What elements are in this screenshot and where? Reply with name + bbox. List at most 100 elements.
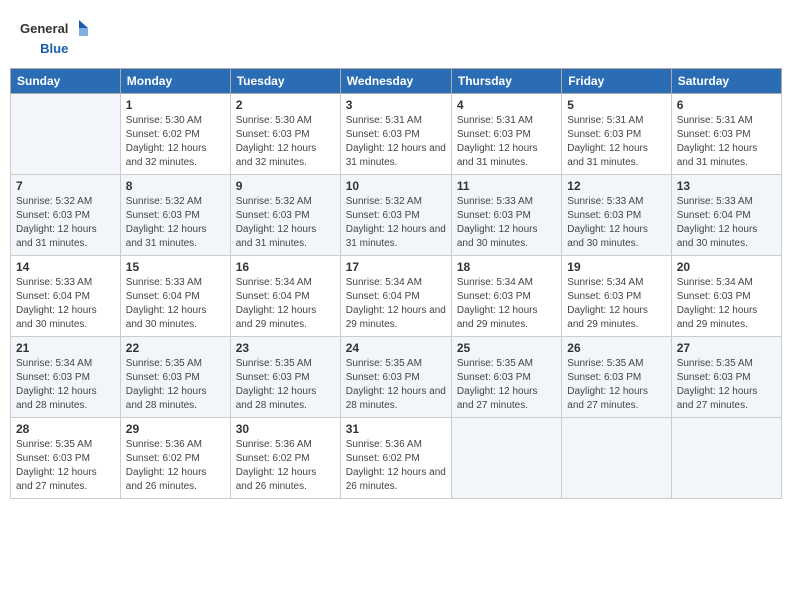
logo-general: General (20, 21, 68, 36)
day-number: 1 (126, 98, 225, 112)
calendar-cell (562, 417, 671, 498)
logo-blue: Blue (40, 41, 68, 56)
day-info: Sunrise: 5:36 AMSunset: 6:02 PMDaylight:… (346, 438, 446, 494)
day-info: Sunrise: 5:35 AMSunset: 6:03 PMDaylight:… (346, 357, 446, 413)
calendar-cell: 7 Sunrise: 5:32 AMSunset: 6:03 PMDaylight… (11, 174, 121, 255)
calendar-cell: 25 Sunrise: 5:35 AMSunset: 6:03 PMDayligh… (451, 336, 561, 417)
day-info: Sunrise: 5:32 AMSunset: 6:03 PMDaylight:… (16, 195, 115, 251)
week-row-5: 28 Sunrise: 5:35 AMSunset: 6:03 PMDayligh… (11, 417, 782, 498)
day-info: Sunrise: 5:32 AMSunset: 6:03 PMDaylight:… (126, 195, 225, 251)
day-number: 17 (346, 260, 446, 274)
calendar-cell: 26 Sunrise: 5:35 AMSunset: 6:03 PMDayligh… (562, 336, 671, 417)
calendar-cell: 5 Sunrise: 5:31 AMSunset: 6:03 PMDaylight… (562, 93, 671, 174)
day-info: Sunrise: 5:34 AMSunset: 6:03 PMDaylight:… (567, 276, 665, 332)
day-number: 5 (567, 98, 665, 112)
logo: General Blue (20, 18, 88, 58)
header-day-sunday: Sunday (11, 68, 121, 93)
day-info: Sunrise: 5:33 AMSunset: 6:04 PMDaylight:… (126, 276, 225, 332)
day-info: Sunrise: 5:31 AMSunset: 6:03 PMDaylight:… (457, 114, 556, 170)
calendar-cell: 16Sunrise: 5:34 AMSunset: 6:04 PMDayligh… (230, 255, 340, 336)
header-day-monday: Monday (120, 68, 230, 93)
calendar-cell: 31 Sunrise: 5:36 AMSunset: 6:02 PMDayligh… (340, 417, 451, 498)
calendar-cell (671, 417, 781, 498)
day-number: 29 (126, 422, 225, 436)
day-info: Sunrise: 5:33 AMSunset: 6:03 PMDaylight:… (567, 195, 665, 251)
calendar-cell: 8 Sunrise: 5:32 AMSunset: 6:03 PMDaylight… (120, 174, 230, 255)
header-day-saturday: Saturday (671, 68, 781, 93)
day-number: 4 (457, 98, 556, 112)
week-row-4: 21Sunrise: 5:34 AMSunset: 6:03 PMDayligh… (11, 336, 782, 417)
day-info: Sunrise: 5:36 AMSunset: 6:02 PMDaylight:… (236, 438, 335, 494)
day-number: 23 (236, 341, 335, 355)
day-number: 8 (126, 179, 225, 193)
day-number: 12 (567, 179, 665, 193)
day-number: 19 (567, 260, 665, 274)
week-row-3: 14 Sunrise: 5:33 AMSunset: 6:04 PMDayligh… (11, 255, 782, 336)
calendar-cell: 1 Sunrise: 5:30 AMSunset: 6:02 PMDaylight… (120, 93, 230, 174)
header-row: SundayMondayTuesdayWednesdayThursdayFrid… (11, 68, 782, 93)
calendar-cell: 24 Sunrise: 5:35 AMSunset: 6:03 PMDayligh… (340, 336, 451, 417)
calendar-cell: 19 Sunrise: 5:34 AMSunset: 6:03 PMDayligh… (562, 255, 671, 336)
day-info: Sunrise: 5:35 AMSunset: 6:03 PMDaylight:… (236, 357, 335, 413)
week-row-1: 1 Sunrise: 5:30 AMSunset: 6:02 PMDaylight… (11, 93, 782, 174)
day-number: 10 (346, 179, 446, 193)
day-number: 7 (16, 179, 115, 193)
calendar-cell (451, 417, 561, 498)
day-number: 25 (457, 341, 556, 355)
calendar-cell: 28 Sunrise: 5:35 AMSunset: 6:03 PMDayligh… (11, 417, 121, 498)
day-info: Sunrise: 5:30 AMSunset: 6:02 PMDaylight:… (126, 114, 225, 170)
calendar-cell: 30Sunrise: 5:36 AMSunset: 6:02 PMDayligh… (230, 417, 340, 498)
day-info: Sunrise: 5:36 AMSunset: 6:02 PMDaylight:… (126, 438, 225, 494)
day-info: Sunrise: 5:31 AMSunset: 6:03 PMDaylight:… (677, 114, 776, 170)
calendar-cell: 15 Sunrise: 5:33 AMSunset: 6:04 PMDayligh… (120, 255, 230, 336)
calendar-cell: 17Sunrise: 5:34 AMSunset: 6:04 PMDayligh… (340, 255, 451, 336)
day-number: 14 (16, 260, 115, 274)
logo-bird-icon (70, 20, 88, 36)
day-info: Sunrise: 5:35 AMSunset: 6:03 PMDaylight:… (567, 357, 665, 413)
day-info: Sunrise: 5:35 AMSunset: 6:03 PMDaylight:… (126, 357, 225, 413)
day-info: Sunrise: 5:31 AMSunset: 6:03 PMDaylight:… (567, 114, 665, 170)
calendar-cell: 13 Sunrise: 5:33 AMSunset: 6:04 PMDayligh… (671, 174, 781, 255)
calendar-cell: 2Sunrise: 5:30 AMSunset: 6:03 PMDaylight… (230, 93, 340, 174)
header-day-tuesday: Tuesday (230, 68, 340, 93)
calendar-cell: 6 Sunrise: 5:31 AMSunset: 6:03 PMDaylight… (671, 93, 781, 174)
calendar-cell: 29 Sunrise: 5:36 AMSunset: 6:02 PMDayligh… (120, 417, 230, 498)
calendar-cell: 9 Sunrise: 5:32 AMSunset: 6:03 PMDaylight… (230, 174, 340, 255)
calendar-table: SundayMondayTuesdayWednesdayThursdayFrid… (10, 68, 782, 499)
day-number: 18 (457, 260, 556, 274)
day-number: 31 (346, 422, 446, 436)
calendar-cell: 20Sunrise: 5:34 AMSunset: 6:03 PMDayligh… (671, 255, 781, 336)
day-info: Sunrise: 5:35 AMSunset: 6:03 PMDaylight:… (16, 438, 115, 494)
day-number: 28 (16, 422, 115, 436)
calendar-cell: 18Sunrise: 5:34 AMSunset: 6:03 PMDayligh… (451, 255, 561, 336)
day-info: Sunrise: 5:35 AMSunset: 6:03 PMDaylight:… (677, 357, 776, 413)
day-info: Sunrise: 5:30 AMSunset: 6:03 PMDaylight:… (236, 114, 335, 170)
calendar-cell: 23 Sunrise: 5:35 AMSunset: 6:03 PMDayligh… (230, 336, 340, 417)
day-info: Sunrise: 5:35 AMSunset: 6:03 PMDaylight:… (457, 357, 556, 413)
day-number: 26 (567, 341, 665, 355)
day-info: Sunrise: 5:32 AMSunset: 6:03 PMDaylight:… (236, 195, 335, 251)
day-info: Sunrise: 5:34 AMSunset: 6:03 PMDaylight:… (16, 357, 115, 413)
header-day-wednesday: Wednesday (340, 68, 451, 93)
day-number: 22 (126, 341, 225, 355)
day-number: 20 (677, 260, 776, 274)
day-number: 24 (346, 341, 446, 355)
calendar-body: 1 Sunrise: 5:30 AMSunset: 6:02 PMDaylight… (11, 93, 782, 498)
week-row-2: 7 Sunrise: 5:32 AMSunset: 6:03 PMDaylight… (11, 174, 782, 255)
calendar-header: SundayMondayTuesdayWednesdayThursdayFrid… (11, 68, 782, 93)
day-info: Sunrise: 5:33 AMSunset: 6:04 PMDaylight:… (677, 195, 776, 251)
day-number: 13 (677, 179, 776, 193)
header-day-friday: Friday (562, 68, 671, 93)
calendar-cell: 27Sunrise: 5:35 AMSunset: 6:03 PMDayligh… (671, 336, 781, 417)
calendar-cell: 14Sunrise: 5:33 AMSunset: 6:04 PMDayligh… (11, 255, 121, 336)
day-number: 15 (126, 260, 225, 274)
day-number: 6 (677, 98, 776, 112)
calendar-cell: 11Sunrise: 5:33 AMSunset: 6:03 PMDayligh… (451, 174, 561, 255)
calendar-cell: 22 Sunrise: 5:35 AMSunset: 6:03 PMDayligh… (120, 336, 230, 417)
calendar-cell: 21Sunrise: 5:34 AMSunset: 6:03 PMDayligh… (11, 336, 121, 417)
day-number: 9 (236, 179, 335, 193)
day-number: 11 (457, 179, 556, 193)
day-info: Sunrise: 5:31 AMSunset: 6:03 PMDaylight:… (346, 114, 446, 170)
calendar-cell: 12 Sunrise: 5:33 AMSunset: 6:03 PMDayligh… (562, 174, 671, 255)
day-number: 16 (236, 260, 335, 274)
